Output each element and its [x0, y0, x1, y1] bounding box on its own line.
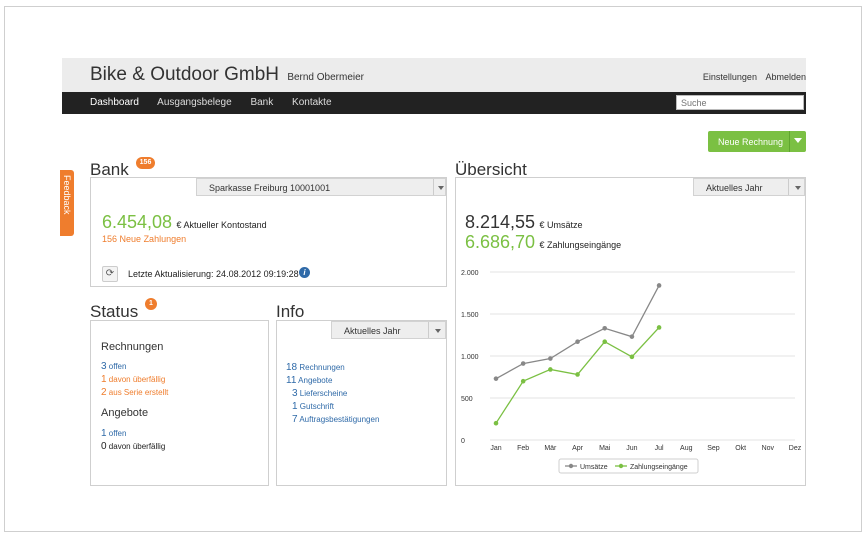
refresh-icon[interactable]: ⟳ — [102, 266, 118, 282]
y-tick-label: 500 — [461, 396, 473, 403]
legend-marker — [568, 463, 574, 469]
data-point — [493, 420, 499, 426]
last-update: Letzte Aktualisierung: 24.08.2012 09:19:… — [128, 269, 299, 279]
data-point — [548, 356, 553, 361]
data-point — [493, 376, 499, 381]
y-tick-label: 1.500 — [461, 312, 479, 319]
revenue-row: 8.214,55 € Umsätze — [465, 212, 583, 233]
x-tick-label: Sep — [707, 445, 720, 452]
series-line — [495, 285, 660, 380]
invoices-heading: Rechnungen — [101, 341, 164, 353]
new-payments-count: 156 — [102, 234, 118, 244]
company-name: Bike & Outdoor GmbH — [90, 64, 280, 85]
settings-link[interactable]: Einstellungen — [703, 72, 757, 82]
select-divider — [428, 322, 429, 338]
feedback-label: Feedback — [62, 175, 72, 215]
data-point — [575, 372, 580, 377]
status-invoice-open[interactable]: 3 offen — [101, 361, 126, 372]
x-tick-label: Feb — [517, 445, 529, 452]
data-point — [548, 367, 553, 372]
x-tick-label: Apr — [572, 445, 584, 452]
data-point — [656, 283, 662, 288]
header-bar: Bike & Outdoor GmbH Bernd Obermeier Eins… — [62, 58, 806, 92]
select-divider — [433, 179, 434, 195]
x-tick-label: Nov — [762, 445, 775, 452]
info-heading: Info — [276, 302, 305, 321]
nav-bank[interactable]: Bank — [250, 97, 273, 108]
x-tick-label: Jun — [626, 445, 637, 452]
x-tick-label: Okt — [735, 445, 746, 452]
info-icon[interactable]: i — [299, 267, 310, 278]
status-invoice-series[interactable]: 2 aus Serie erstellt — [101, 387, 168, 398]
balance-value: 6.454,08 — [102, 212, 173, 232]
new-invoice-button[interactable]: Neue Rechnung — [708, 131, 806, 152]
y-tick-label: 1.000 — [461, 354, 479, 361]
x-tick-label: Jan — [490, 445, 501, 452]
new-payments-label: Neue Zahlungen — [119, 234, 187, 244]
top-links: Einstellungen Abmelden — [697, 72, 806, 82]
legend-marker — [618, 463, 624, 469]
revenue-label: € Umsätze — [539, 220, 583, 230]
balance-label: € Aktueller Kontostand — [176, 220, 267, 230]
chevron-down-icon — [435, 329, 441, 333]
data-point — [656, 325, 662, 330]
status-offer-overdue[interactable]: 0 davon überfällig — [101, 441, 165, 452]
button-divider — [789, 131, 790, 152]
new-payments[interactable]: 156 Neue Zahlungen — [102, 234, 186, 244]
company-title: Bike & Outdoor GmbH Bernd Obermeier — [90, 64, 364, 86]
logout-link[interactable]: Abmelden — [765, 72, 806, 82]
info-item-order-confirmations[interactable]: 7 Auftragsbestätigungen — [292, 414, 379, 425]
x-tick-label: Dez — [789, 445, 802, 452]
chevron-down-icon — [438, 186, 444, 190]
y-tick-label: 2.000 — [461, 270, 479, 277]
receipts-row: 6.686,70 € Zahlungseingänge — [465, 232, 621, 253]
info-item-credit-notes[interactable]: 1 Gutschrift — [292, 401, 334, 412]
nav-kontakte[interactable]: Kontakte — [292, 97, 331, 108]
account-select[interactable]: Sparkasse Freiburg 10001001 — [196, 178, 446, 196]
receipts-label: € Zahlungseingänge — [539, 240, 622, 250]
info-period-value: Aktuelles Jahr — [344, 326, 401, 336]
overview-period-value: Aktuelles Jahr — [706, 183, 763, 193]
data-point — [520, 361, 526, 366]
status-invoice-overdue[interactable]: 1 davon überfällig — [101, 374, 165, 385]
status-badge: 1 — [145, 298, 157, 310]
bank-badge: 156 — [136, 157, 155, 169]
overview-period-select[interactable]: Aktuelles Jahr — [693, 178, 805, 196]
info-item-offers[interactable]: 11 Angebote — [286, 375, 332, 386]
data-point — [629, 334, 635, 339]
nav-ausgangsbelege[interactable]: Ausgangsbelege — [157, 97, 232, 108]
offers-heading: Angebote — [101, 407, 149, 419]
chevron-down-icon — [795, 186, 801, 190]
new-invoice-label: Neue Rechnung — [718, 137, 784, 147]
feedback-tab[interactable]: Feedback — [60, 170, 74, 236]
info-period-select[interactable]: Aktuelles Jahr — [331, 321, 446, 339]
main-nav: Dashboard Ausgangsbelege Bank Kontakte — [62, 92, 806, 114]
account-select-value: Sparkasse Freiburg 10001001 — [209, 183, 331, 193]
status-heading: Status — [90, 302, 139, 321]
x-tick-label: Jul — [655, 445, 664, 452]
data-point — [629, 354, 635, 360]
user-name: Bernd Obermeier — [287, 72, 365, 83]
legend-label: Umsätze — [580, 464, 608, 471]
nav-dashboard[interactable]: Dashboard — [90, 97, 139, 108]
receipts-value: 6.686,70 — [465, 232, 536, 252]
status-offer-open[interactable]: 1 offen — [101, 428, 126, 439]
search-input[interactable] — [676, 95, 804, 110]
caret-down-icon[interactable] — [794, 138, 802, 143]
legend-label: Zahlungseingänge — [630, 464, 688, 471]
info-item-delivery-notes[interactable]: 3 Lieferscheine — [292, 388, 347, 399]
revenue-value: 8.214,55 — [465, 212, 536, 232]
x-tick-label: Mär — [544, 445, 557, 452]
x-tick-label: Mai — [599, 445, 611, 452]
data-point — [520, 378, 526, 384]
x-tick-label: Aug — [680, 445, 693, 452]
y-tick-label: 0 — [461, 438, 465, 445]
data-point — [602, 325, 608, 331]
info-item-invoices[interactable]: 18 Rechnungen — [286, 362, 345, 373]
overview-line-chart: 0 500 1.000 1.500 2.000 Jan Feb Mär Apr Mai Jun Jul… — [461, 270, 802, 474]
data-point — [575, 339, 580, 345]
balance-row: 6.454,08 € Aktueller Kontostand — [102, 212, 267, 233]
data-point — [602, 339, 608, 345]
select-divider — [788, 179, 789, 195]
